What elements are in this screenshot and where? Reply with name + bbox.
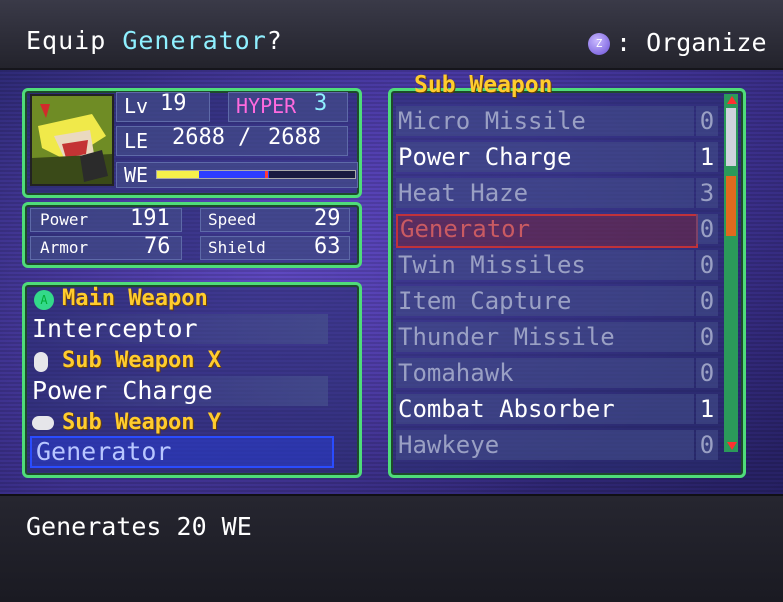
- list-item-count: 0: [696, 106, 718, 136]
- sub-weapon-x-label: Sub Weapon X: [62, 348, 221, 373]
- shield-label: Shield: [208, 238, 266, 257]
- weapon-energy-used: [199, 171, 269, 178]
- description-bar: [0, 494, 783, 602]
- list-item-count: 1: [696, 142, 718, 172]
- page-title: Equip Generator?: [26, 26, 283, 55]
- weapon-energy-marker: [265, 171, 268, 178]
- shield-value: 63: [314, 234, 341, 259]
- list-item-count: 0: [696, 430, 718, 460]
- list-item-count: 0: [696, 358, 718, 388]
- scroll-up-arrow-icon[interactable]: [727, 96, 737, 104]
- scrollbar-thumb[interactable]: [726, 108, 736, 166]
- level-value: 19: [160, 91, 187, 116]
- title-prefix: Equip: [26, 26, 123, 55]
- main-weapon-slot[interactable]: Interceptor: [32, 314, 328, 344]
- sub-weapon-y-slot[interactable]: Generator: [30, 436, 334, 468]
- list-item-name: Combat Absorber: [396, 394, 694, 424]
- list-item-thunder-missile[interactable]: Thunder Missile 0: [396, 322, 720, 354]
- list-item-name: Item Capture: [396, 286, 694, 316]
- list-item-name: Heat Haze: [396, 178, 694, 208]
- list-item-count: 0: [696, 286, 718, 316]
- list-item-name: Thunder Missile: [396, 322, 694, 352]
- list-item-count: 0: [696, 250, 718, 280]
- speed-value: 29: [314, 206, 341, 231]
- power-value: 191: [130, 206, 170, 231]
- x-grip-icon: [34, 352, 48, 372]
- list-item-count: 0: [696, 322, 718, 352]
- life-energy-max: 2688: [268, 125, 321, 150]
- level-label: Lv: [124, 94, 149, 118]
- scroll-down-arrow-icon[interactable]: [727, 442, 737, 450]
- portrait-image: [32, 96, 112, 184]
- armor-label: Armor: [40, 238, 89, 257]
- list-item-name: Tomahawk: [396, 358, 694, 388]
- sub-weapon-y-label: Sub Weapon Y: [62, 410, 221, 435]
- hyper-label: HYPER: [236, 94, 297, 118]
- power-label: Power: [40, 210, 89, 229]
- sub-weapon-x-slot[interactable]: Power Charge: [32, 376, 328, 406]
- list-item-name: Generator: [396, 214, 698, 248]
- weapon-energy-bar: [156, 170, 356, 179]
- list-item-micro-missile[interactable]: Micro Missile 0: [396, 106, 720, 138]
- list-header: Sub Weapon: [414, 72, 553, 98]
- list-item-name: Power Charge: [396, 142, 694, 172]
- weapon-energy-label: WE: [124, 163, 149, 187]
- title-suffix: ?: [266, 26, 283, 55]
- list-item-combat-absorber[interactable]: Combat Absorber 1: [396, 394, 720, 426]
- item-description: Generates 20 WE: [26, 512, 252, 541]
- title-item: Generator: [122, 26, 267, 55]
- life-energy-current: 2688: [172, 125, 225, 150]
- list-item-count: 0: [696, 214, 718, 244]
- list-item-item-capture[interactable]: Item Capture 0: [396, 286, 720, 318]
- character-portrait: [30, 94, 114, 186]
- speed-label: Speed: [208, 210, 257, 229]
- organize-button[interactable]: Z : Organize: [588, 28, 767, 57]
- organize-label: : Organize: [616, 28, 767, 57]
- list-item-name: Micro Missile: [396, 106, 694, 136]
- list-item-name: Hawkeye: [396, 430, 694, 460]
- list-item-count: 3: [696, 178, 718, 208]
- main-weapon-label: Main Weapon: [62, 286, 208, 311]
- y-grip-icon: [32, 416, 54, 430]
- hyper-value: 3: [314, 91, 328, 116]
- z-button-icon: Z: [588, 33, 610, 55]
- weapon-energy-fill: [157, 171, 199, 178]
- list-item-heat-haze[interactable]: Heat Haze 3: [396, 178, 720, 210]
- list-item-generator[interactable]: Generator 0: [396, 214, 720, 248]
- list-item-count: 1: [696, 394, 718, 424]
- life-energy-label: LE: [124, 129, 149, 153]
- list-item-name: Twin Missiles: [396, 250, 694, 280]
- list-item-power-charge[interactable]: Power Charge 1: [396, 142, 720, 174]
- list-item-tomahawk[interactable]: Tomahawk 0: [396, 358, 720, 390]
- list-item-twin-missiles[interactable]: Twin Missiles 0: [396, 250, 720, 282]
- list-item-hawkeye[interactable]: Hawkeye 0: [396, 430, 720, 462]
- scrollbar-position-marker: [726, 176, 736, 236]
- armor-value: 76: [144, 234, 171, 259]
- a-button-icon: A: [34, 290, 54, 310]
- life-energy-separator: /: [238, 125, 252, 150]
- list-scrollbar[interactable]: [724, 94, 738, 452]
